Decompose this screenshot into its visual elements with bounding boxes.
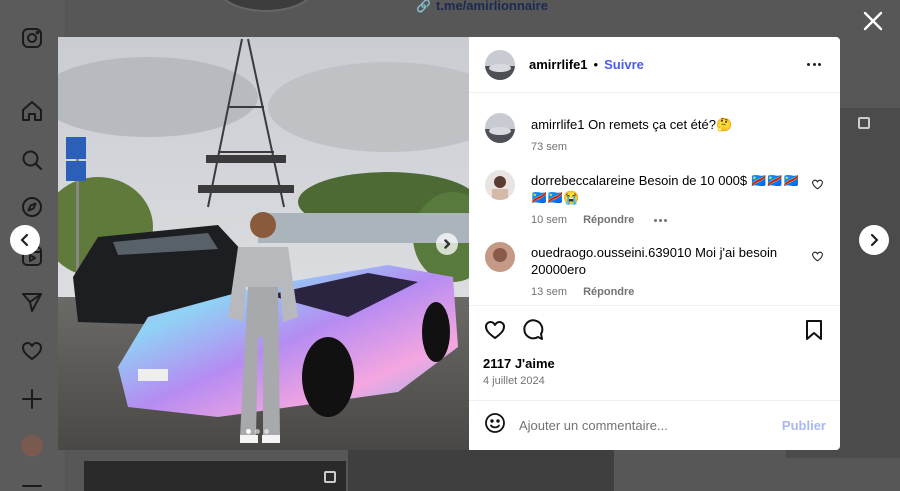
add-comment-bar: Publier bbox=[469, 400, 840, 450]
close-button[interactable] bbox=[862, 10, 884, 32]
explore-icon[interactable] bbox=[20, 195, 44, 219]
comment-username[interactable]: dorrebeccalareine bbox=[531, 173, 635, 188]
heart-icon[interactable] bbox=[20, 339, 44, 363]
more-options-button[interactable] bbox=[804, 55, 824, 75]
carousel-icon bbox=[324, 471, 336, 483]
grid-tile[interactable] bbox=[84, 461, 346, 491]
chevron-right-icon bbox=[444, 239, 451, 249]
heart-icon bbox=[812, 179, 823, 190]
post-header: amirrlife1 • Suivre bbox=[469, 37, 840, 93]
like-comment-button[interactable] bbox=[811, 250, 824, 263]
reply-button[interactable]: Répondre bbox=[583, 286, 634, 298]
reply-button[interactable]: Répondre bbox=[583, 214, 634, 226]
carousel-dot bbox=[246, 429, 251, 434]
caption-avatar[interactable] bbox=[485, 113, 515, 143]
next-image-button[interactable] bbox=[436, 233, 458, 255]
author-avatar[interactable] bbox=[485, 49, 515, 80]
caption-username[interactable]: amirrlife1 bbox=[531, 117, 584, 132]
comment-item: dorrebeccalareine Besoin de 10 000$ 🇨🇩🇨🇩… bbox=[485, 170, 824, 226]
comment-options-button[interactable] bbox=[652, 218, 668, 222]
post-date: 4 juillet 2024 bbox=[483, 375, 545, 387]
author-username[interactable]: amirrlife1 bbox=[529, 57, 588, 72]
comment-item: ouedraogo.ousseini.639010 Moi j'ai besoi… bbox=[485, 242, 824, 298]
home-icon[interactable] bbox=[20, 99, 44, 123]
commenter-avatar[interactable] bbox=[485, 242, 515, 272]
like-comment-button[interactable] bbox=[811, 178, 824, 191]
link-icon: 🔗 bbox=[416, 0, 431, 13]
comment-icon[interactable] bbox=[521, 318, 545, 342]
comments-list[interactable]: amirrlife1 On remets ça cet été?🤔 73 sem… bbox=[469, 93, 840, 305]
menu-icon[interactable] bbox=[20, 480, 44, 491]
chevron-left-icon bbox=[20, 233, 29, 247]
like-icon[interactable] bbox=[483, 318, 507, 342]
publish-button[interactable]: Publier bbox=[782, 418, 826, 433]
caption-text: On remets ça cet été?🤔 bbox=[588, 117, 733, 132]
create-icon[interactable] bbox=[20, 387, 44, 411]
send-icon[interactable] bbox=[20, 290, 44, 314]
likes-count[interactable]: 2117 J'aime bbox=[483, 356, 826, 371]
carousel-indicator bbox=[246, 429, 269, 434]
heart-icon bbox=[812, 251, 823, 262]
profile-link[interactable]: 🔗 t.me/amirlionnaire bbox=[416, 0, 548, 13]
caption-time[interactable]: 73 sem bbox=[531, 141, 567, 153]
carousel-dot bbox=[264, 429, 269, 434]
previous-post-button[interactable] bbox=[10, 225, 40, 255]
comment-time[interactable]: 10 sem bbox=[531, 214, 567, 226]
photo-eiffel-tower-car bbox=[58, 37, 469, 450]
profile-avatar-icon[interactable] bbox=[21, 435, 43, 457]
post-modal: amirrlife1 • Suivre amirrlife1 On remets… bbox=[58, 37, 840, 450]
caption: amirrlife1 On remets ça cet été?🤔 73 sem bbox=[485, 113, 824, 153]
next-post-button[interactable] bbox=[859, 225, 889, 255]
grid-tile[interactable] bbox=[348, 450, 614, 491]
comment-time[interactable]: 13 sem bbox=[531, 286, 567, 298]
commenter-avatar[interactable] bbox=[485, 170, 515, 200]
profile-avatar bbox=[216, 0, 316, 12]
header-separator: • bbox=[593, 57, 599, 72]
emoji-button[interactable] bbox=[483, 411, 507, 440]
close-icon bbox=[863, 11, 883, 31]
carousel-dot bbox=[255, 429, 260, 434]
chevron-right-icon bbox=[870, 233, 879, 247]
follow-button[interactable]: Suivre bbox=[604, 57, 644, 72]
save-bookmark-icon[interactable] bbox=[802, 318, 826, 342]
instagram-logo-icon[interactable] bbox=[20, 26, 44, 50]
post-image[interactable] bbox=[58, 37, 469, 450]
profile-link-text[interactable]: t.me/amirlionnaire bbox=[436, 0, 548, 13]
post-details-panel: amirrlife1 • Suivre amirrlife1 On remets… bbox=[469, 37, 840, 450]
emoji-icon bbox=[485, 413, 505, 433]
comment-username[interactable]: ouedraogo.ousseini.639010 bbox=[531, 245, 691, 260]
post-actions: 2117 J'aime 4 juillet 2024 bbox=[469, 305, 840, 400]
comment-input[interactable] bbox=[519, 418, 782, 433]
search-icon[interactable] bbox=[20, 148, 44, 172]
carousel-icon bbox=[858, 117, 870, 129]
